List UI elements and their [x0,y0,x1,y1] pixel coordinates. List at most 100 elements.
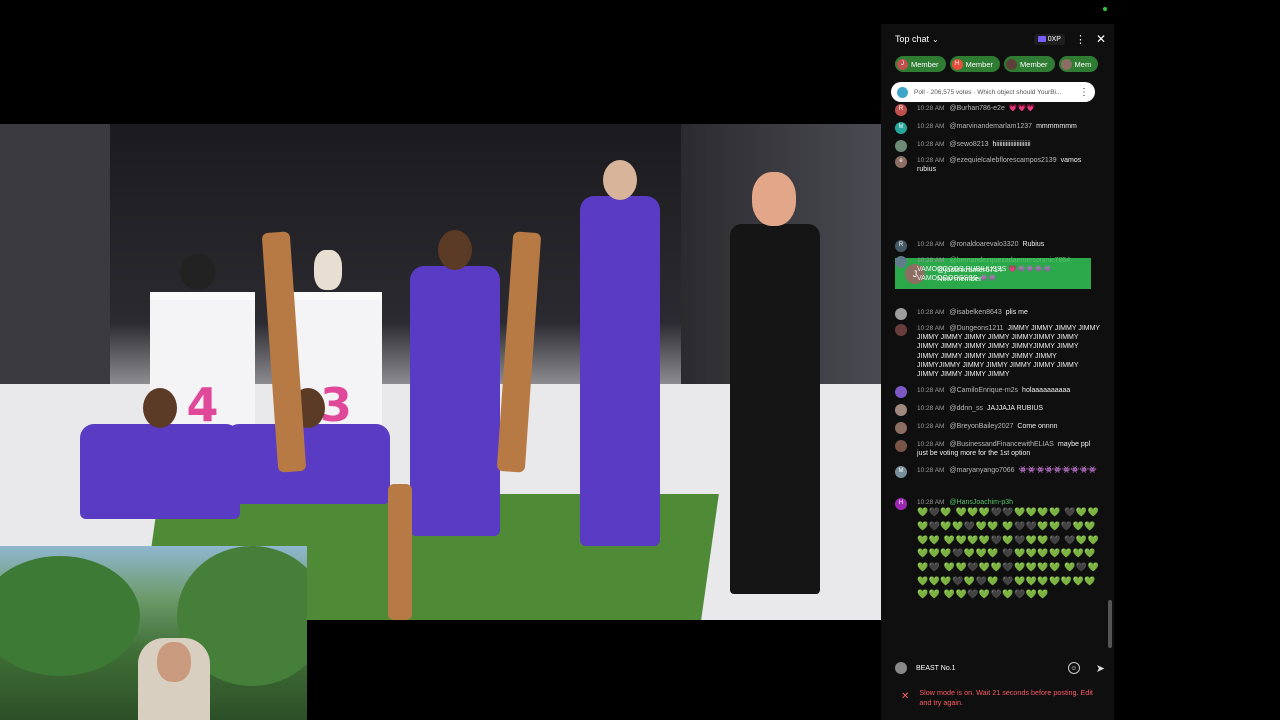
more-options-icon[interactable]: ⋮ [1075,33,1086,46]
author-name[interactable]: @HansJoachim-p3h [949,499,1013,506]
timestamp: 10:28 AM [917,387,945,394]
avatar[interactable]: M [895,466,907,478]
emoji-icon[interactable]: ☺ [1067,662,1080,674]
chat-header: Top chat ⌄ 0XP ⋮ ✕ [881,24,1114,54]
contestant-1 [80,388,240,519]
chip-label: Mem [1074,59,1092,69]
author-name[interactable]: @BusinessandFinancewithELIAS [949,441,1053,448]
message-body: 10:28 AM @CamiloEnrique-m2s holaaaaaaaaaa [917,386,1100,398]
streamer-head [157,642,191,682]
message-text: Rubius [1022,241,1045,248]
author-name[interactable]: @sewo8213 [949,141,988,148]
xp-badge[interactable]: 0XP [1033,33,1065,45]
avatar[interactable]: e [895,156,907,168]
chat-mode-dropdown[interactable]: Top chat [895,34,929,44]
avatar[interactable] [895,404,907,416]
chat-input[interactable]: BEAST No.1 [916,665,1068,672]
avatar[interactable]: R [895,240,907,252]
chip-label: Member [911,59,939,69]
avatar [1006,58,1018,70]
member-chip[interactable]: J Member [895,56,946,72]
message-text: VAMOOOOOS RUBIUUSSS 💗👾👾👾👾 VAMOOOOOSSSS 👾… [917,266,1052,283]
avatar: J [897,58,908,70]
chat-message: 10:28 AM @CamiloEnrique-m2s holaaaaaaaaaa [895,386,1100,398]
chat-input-row: BEAST No.1 ☺ ➤ [895,660,1105,676]
vase-object [314,250,342,290]
message-text: JIMMY JIMMY JIMMY JIMMY JIMMY JIMMY JIMM… [917,325,1100,379]
avatar[interactable] [895,422,907,434]
message-body: 10:28 AM @BreyonBailey2027 Come onnnn [917,422,1100,434]
author-name[interactable]: @maryanyango7066 [949,467,1014,474]
avatar[interactable] [895,324,907,336]
message-text: 💚🖤💚 💚💚💚🖤🖤💚💚💚💚 🖤💚💚💚🖤💚💚🖤💚💚 💚🖤🖤💚💚🖤💚💚💚💚 💚💚💚💚… [917,508,1100,601]
chat-message: H 10:28 AM @HansJoachim-p3h 💚🖤💚 💚💚💚🖤🖤💚💚💚💚 🖤… [895,498,1100,603]
contestant-2 [225,388,390,504]
chat-message: 10:28 AM @ddnn_ss JAJJAJA RUBIUS [895,404,1100,416]
avatar[interactable]: M [895,122,907,134]
avatar [1060,58,1072,70]
chevron-down-icon[interactable]: ⌄ [932,35,939,44]
message-body: 10:28 AM @BusinessandFinancewithELIAS mayb… [917,440,1100,458]
live-chat-panel: Top chat ⌄ 0XP ⋮ ✕ J Member H Member Member M… [881,24,1114,720]
host-person [730,172,820,594]
message-text: holaaaaaaaaaa [1022,387,1071,394]
timestamp: 10:28 AM [917,467,945,474]
message-text: hiiiiiiiiiiiiiiiiiiiiii [992,141,1031,148]
send-icon[interactable]: ➤ [1096,662,1105,675]
author-name[interactable]: @BreyonBailey2027 [949,423,1013,430]
avatar[interactable] [895,440,907,452]
timestamp: 10:28 AM [917,309,945,316]
author-name[interactable]: @ezequielcalebflorescampos2139 [949,157,1056,164]
chat-message: 10:28 AM @Dungeons1211 JIMMY JIMMY JIMMY J… [895,324,1100,379]
xp-icon [1037,36,1046,42]
message-text: 💗💗💗 [1008,105,1035,112]
member-chip-row: J Member H Member Member Mem [881,54,1114,74]
poll-banner[interactable]: Poll · 206,575 votes · Which object shou… [891,82,1095,102]
message-text: Come onnnn [1017,423,1058,430]
timestamp: 10:28 AM [917,157,945,164]
live-indicator-dot [1103,7,1107,11]
chat-message: 10:28 AM @isabelken8643 plis me [895,308,1100,320]
author-name[interactable]: @Dungeons1211 [949,325,1003,332]
member-chip[interactable]: Member [1004,56,1055,72]
contestant-3 [410,230,500,536]
message-body: 10:28 AM @sewo8213 hiiiiiiiiiiiiiiiiiiiiii [917,140,1100,152]
avatar[interactable] [895,308,907,320]
timestamp: 10:28 AM [917,423,945,430]
poll-more-icon[interactable]: ⋮ [1079,87,1089,98]
chat-message: M 10:28 AM @maryanyango7066 👾👾👾👾👾👾👾👾👾 [895,466,1100,478]
poll-text: Poll · 206,575 votes · Which object shou… [914,88,1062,96]
avatar[interactable] [895,256,907,268]
avatar[interactable] [895,386,907,398]
author-name[interactable]: @ddnn_ss [949,405,983,412]
author-name[interactable]: @Burhan786-e2e [949,105,1004,112]
message-body: 10:28 AM @ezequielcalebflorescampos2139 va… [917,156,1100,174]
author-name[interactable]: @hernandezquezadaemersonmic7864 [949,257,1070,264]
message-body: 10:28 AM @Dungeons1211 JIMMY JIMMY JIMMY J… [917,324,1100,379]
chat-message-list: J @justinkramer6714 New member R 10:28 AM… [881,104,1107,649]
chat-message: R 10:28 AM @ronaldoarevalo3320 Rubius [895,240,1100,252]
avatar [895,662,907,674]
message-text: plis me [1005,309,1028,316]
avatar[interactable] [895,140,907,152]
avatar[interactable]: H [895,498,907,510]
message-body: 10:28 AM @hernandezquezadaemersonmic7864 V… [917,256,1100,284]
author-name[interactable]: @isabelken8643 [949,309,1001,316]
avatar[interactable]: R [895,104,907,116]
chat-scrollbar[interactable] [1108,600,1112,648]
timestamp: 10:28 AM [917,325,945,332]
member-chip[interactable]: H Member [949,56,1001,72]
slow-mode-notice: ✕ Slow mode is on. Wait 21 seconds befor… [901,688,1096,708]
message-body: 10:28 AM @maryanyango7066 👾👾👾👾👾👾👾👾👾 [917,466,1100,478]
timestamp: 10:28 AM [917,241,945,248]
error-x-icon: ✕ [901,691,910,702]
member-chip[interactable]: Mem [1058,56,1099,72]
author-name[interactable]: @marvinandemarlam1237 [949,123,1032,130]
set-wall-left [0,124,110,384]
close-icon[interactable]: ✕ [1096,32,1106,46]
author-name[interactable]: @CamiloEnrique-m2s [949,387,1018,394]
author-name[interactable]: @ronaldoarevalo3320 [949,241,1018,248]
message-body: 10:28 AM @ronaldoarevalo3320 Rubius [917,240,1100,252]
slow-mode-text: Slow mode is on. Wait 21 seconds before … [919,688,1093,707]
timestamp: 10:28 AM [917,105,945,112]
